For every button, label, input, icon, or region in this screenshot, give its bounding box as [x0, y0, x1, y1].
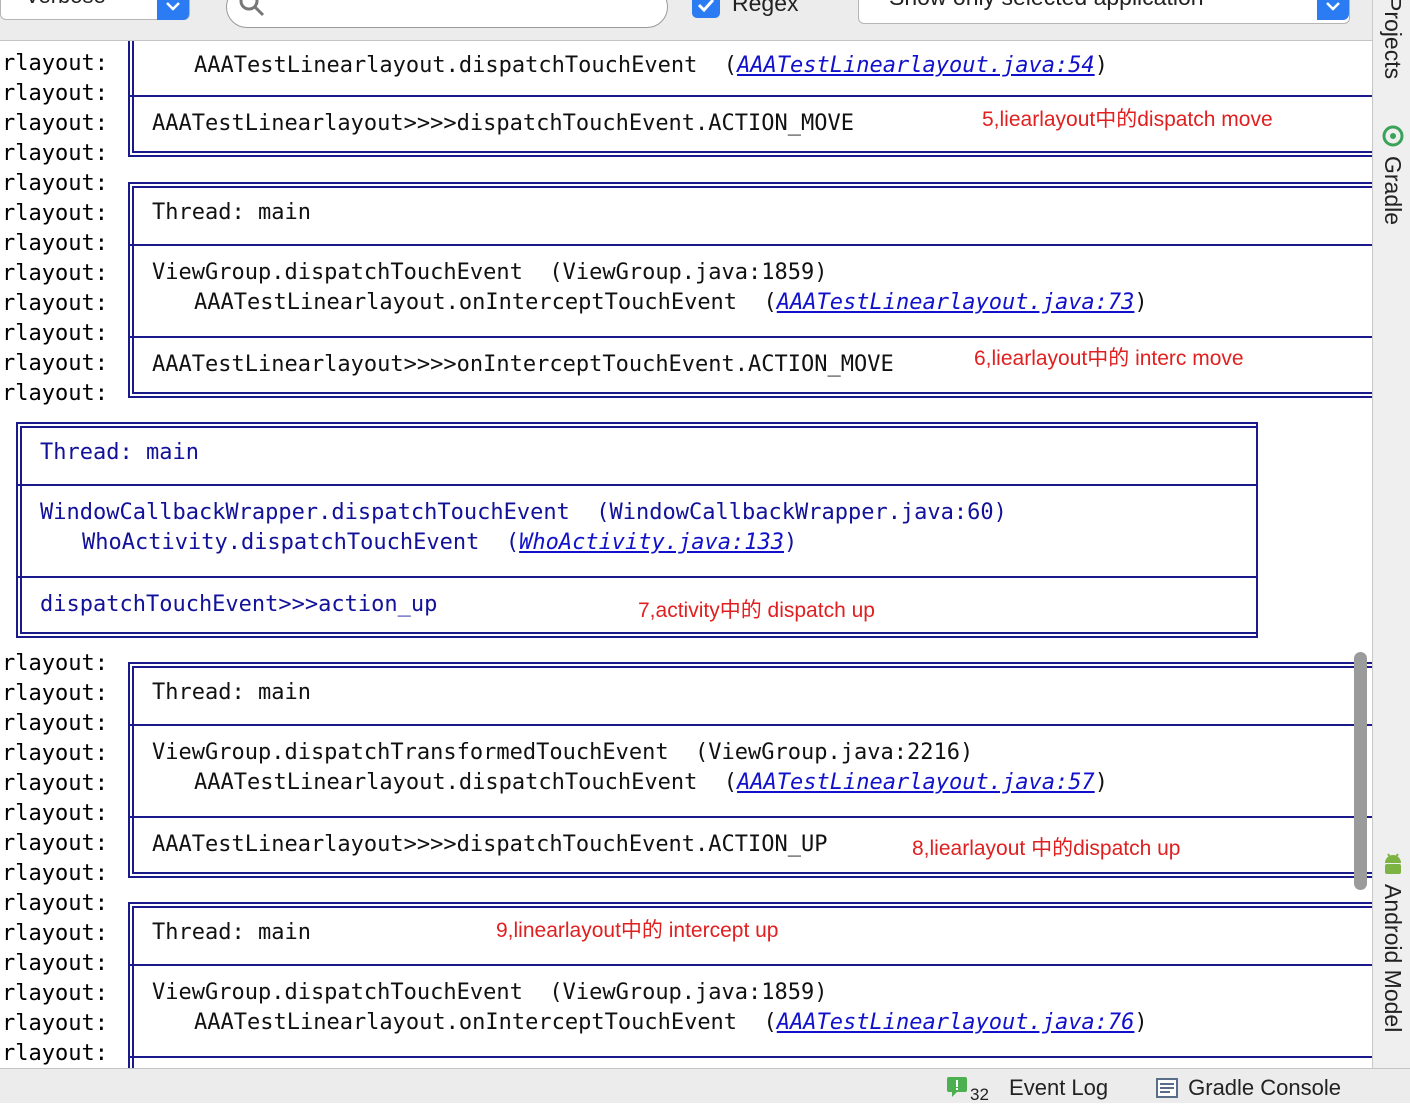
thread-label: Thread: main	[152, 680, 311, 705]
tab-android-model[interactable]: Android Model	[1379, 884, 1406, 1032]
log-balloon: Thread: main ViewGroup.dispatchTransform…	[128, 662, 1372, 878]
stack-line: WindowCallbackWrapper.dispatchTouchEvent…	[40, 500, 1007, 525]
log-level-value: Verbose	[25, 0, 106, 9]
log-prefix: rlayout:	[2, 831, 108, 856]
stack-line: AAATestLinearlayout.dispatchTouchEvent (…	[194, 770, 1108, 795]
log-balloon: AAATestLinearlayout.dispatchTouchEvent (…	[128, 41, 1372, 157]
thread-section: Thread: main 9,linearlayout中的 intercept …	[130, 904, 1372, 966]
stack-section: ViewGroup.dispatchTouchEvent (ViewGroup.…	[130, 246, 1372, 338]
log-prefix: rlayout:	[2, 201, 108, 226]
chevron-down-icon[interactable]	[157, 0, 189, 20]
log-prefix: rlayout:	[2, 711, 108, 736]
thread-label: Thread: main	[152, 920, 311, 945]
stack-line: ViewGroup.dispatchTouchEvent (ViewGroup.…	[152, 980, 828, 1005]
annotation-note: 7,activity中的 dispatch up	[638, 599, 875, 622]
log-prefix: rlayout:	[2, 321, 108, 346]
stack-section: AAATestLinearlayout.dispatchTouchEvent (…	[130, 41, 1372, 97]
checkmark-icon	[697, 0, 715, 12]
gradle-icon	[1382, 125, 1404, 147]
stack-line: AAATestLinearlayout.onInterceptTouchEven…	[194, 1010, 1148, 1035]
search-input[interactable]	[226, 0, 668, 28]
tab-projects[interactable]: Projects	[1379, 0, 1406, 79]
log-balloon: Thread: main WindowCallbackWrapper.dispa…	[16, 422, 1258, 638]
thread-label: Thread: main	[40, 440, 199, 465]
source-link[interactable]: AAATestLinearlayout.java:73	[777, 290, 1135, 315]
source-link[interactable]: AAATestLinearlayout.java:57	[737, 770, 1095, 795]
stack-section: ViewGroup.dispatchTouchEvent (ViewGroup.…	[130, 966, 1372, 1058]
thread-section: Thread: main	[130, 664, 1372, 726]
annotation-note: 9,linearlayout中的 intercept up	[496, 919, 779, 942]
thread-section: Thread: main	[18, 424, 1256, 486]
message-section: AAATestLinearlayout>>>>onInterceptTouchE…	[130, 338, 1372, 396]
thread-section: Thread: main	[130, 184, 1372, 246]
event-count-badge: 32	[970, 1085, 989, 1104]
event-log-button[interactable]: 32 Event Log	[946, 1075, 1108, 1105]
tab-gradle[interactable]: Gradle	[1379, 156, 1406, 225]
chevron-down-icon[interactable]	[1317, 0, 1349, 20]
stack-line: AAATestLinearlayout.onInterceptTouchEven…	[194, 290, 1148, 315]
log-prefix: rlayout:	[2, 921, 108, 946]
stack-line: AAATestLinearlayout.dispatchTouchEvent (…	[194, 53, 1108, 78]
log-prefix: rlayout:	[2, 381, 108, 406]
stack-line: WhoActivity.dispatchTouchEvent (WhoActiv…	[82, 530, 798, 555]
log-prefix: rlayout:	[2, 261, 108, 286]
log-prefix: rlayout:	[2, 771, 108, 796]
message-section: dispatchTouchEvent>>>action_up 7,activit…	[18, 578, 1256, 636]
log-prefix: rlayout:	[2, 231, 108, 256]
source-link[interactable]: AAATestLinearlayout.java:54	[737, 53, 1095, 78]
stack-section: ViewGroup.dispatchTransformedTouchEvent …	[130, 726, 1372, 818]
log-prefix: rlayout:	[2, 741, 108, 766]
gradle-console-label: Gradle Console	[1188, 1075, 1341, 1100]
log-message: dispatchTouchEvent>>>action_up	[40, 592, 438, 617]
regex-label: Regex	[732, 0, 799, 16]
annotation-note: 6,liearlayout中的 interc move	[974, 347, 1244, 370]
log-message: AAATestLinearlayout>>>>onInterceptTouchE…	[152, 352, 894, 377]
gradle-console-button[interactable]: Gradle Console	[1156, 1075, 1341, 1101]
source-link[interactable]: AAATestLinearlayout.java:76	[777, 1010, 1135, 1035]
stack-line: ViewGroup.dispatchTouchEvent (ViewGroup.…	[152, 260, 828, 285]
bottom-tool-bar: 32 Event Log Gradle Console	[0, 1068, 1410, 1105]
log-level-dropdown[interactable]: Verbose	[0, 0, 190, 20]
log-message: AAATestLinearlayout>>>>dispatchTouchEven…	[152, 832, 828, 857]
log-balloon: Thread: main ViewGroup.dispatchTouchEven…	[128, 182, 1372, 398]
log-prefix: rlayout:	[2, 861, 108, 886]
annotation-note: 8,liearlayout 中的dispatch up	[912, 837, 1181, 860]
annotation-note: 5,liearlayout中的dispatch move	[982, 108, 1273, 131]
log-prefix: rlayout:	[2, 681, 108, 706]
log-prefix: rlayout:	[2, 891, 108, 916]
scrollbar-thumb[interactable]	[1354, 652, 1367, 890]
thread-label: Thread: main	[152, 200, 311, 225]
log-message: AAATestLinearlayout>>>>dispatchTouchEven…	[152, 111, 854, 136]
regex-checkbox[interactable]	[692, 0, 720, 18]
log-prefix: rlayout:	[2, 141, 108, 166]
logcat-toolbar: Verbose Regex Show only selected applica…	[0, 0, 1372, 41]
logcat-output[interactable]: rlayout: rlayout: rlayout: rlayout: rlay…	[0, 41, 1372, 1068]
log-prefix: rlayout:	[2, 111, 108, 136]
log-prefix: rlayout:	[2, 351, 108, 376]
app-filter-dropdown[interactable]: Show only selected application	[858, 0, 1350, 24]
log-prefix: rlayout:	[2, 651, 108, 676]
app-filter-value: Show only selected application	[889, 0, 1204, 11]
message-section: AAATestLinearlayout>>>>dispatchTouchEven…	[130, 97, 1372, 155]
log-prefix: rlayout:	[2, 951, 108, 976]
log-balloon: Thread: main 9,linearlayout中的 intercept …	[128, 902, 1372, 1068]
event-log-icon	[947, 1077, 967, 1097]
console-icon	[1156, 1078, 1178, 1098]
log-prefix: rlayout:	[2, 171, 108, 196]
log-prefix: rlayout:	[2, 1041, 108, 1066]
source-link[interactable]: WhoActivity.java:133	[519, 530, 784, 555]
search-icon	[239, 0, 265, 17]
message-section: AAATestLinearlayout>>>>dispatchTouchEven…	[130, 818, 1372, 876]
log-prefix: rlayout:	[2, 981, 108, 1006]
event-log-label: Event Log	[1009, 1075, 1109, 1100]
stack-line: ViewGroup.dispatchTransformedTouchEvent …	[152, 740, 974, 765]
right-tool-strip: Projects Gradle Android Model	[1372, 0, 1410, 1070]
log-prefix: rlayout:	[2, 81, 108, 106]
log-prefix: rlayout:	[2, 291, 108, 316]
android-icon	[1385, 853, 1401, 874]
stack-section: WindowCallbackWrapper.dispatchTouchEvent…	[18, 486, 1256, 578]
log-prefix: rlayout:	[2, 51, 108, 76]
log-prefix: rlayout:	[2, 801, 108, 826]
log-prefix: rlayout:	[2, 1011, 108, 1036]
